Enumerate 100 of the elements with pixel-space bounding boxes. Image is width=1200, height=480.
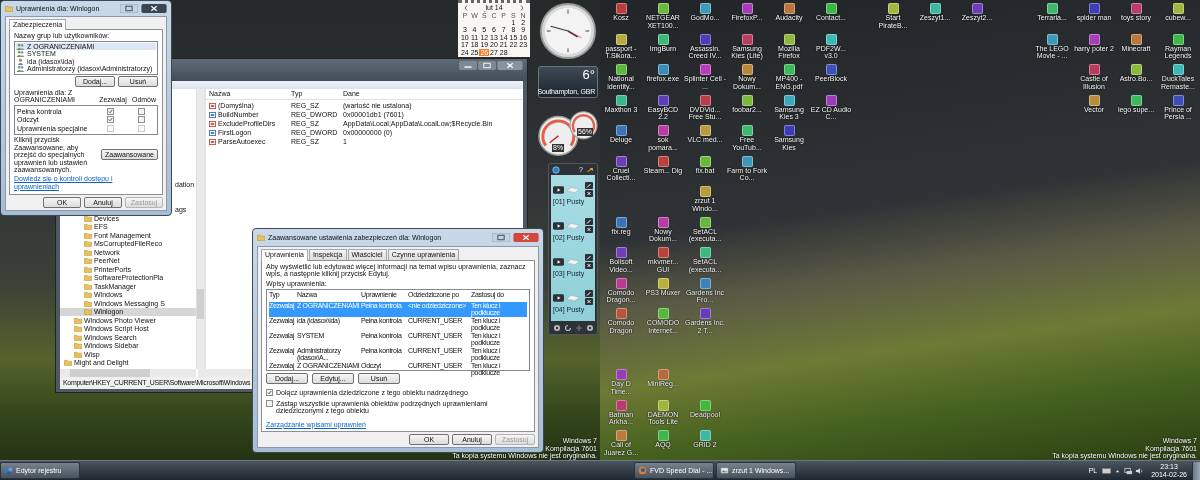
eraser-icon (566, 185, 580, 194)
app-icon (699, 399, 711, 411)
wrench-button[interactable] (585, 290, 593, 298)
app-icon (1088, 3, 1100, 14)
app-icon (615, 216, 627, 228)
app-icon (657, 247, 669, 258)
maximize-button[interactable] (478, 61, 496, 70)
chevron-left-icon[interactable] (464, 4, 468, 11)
collapse-icon[interactable] (586, 165, 594, 174)
checkbox[interactable] (266, 399, 273, 407)
chevron-right-icon[interactable] (520, 4, 524, 11)
play-button[interactable] (553, 221, 564, 230)
scrollbar[interactable] (60, 369, 196, 377)
app-icon (1172, 3, 1184, 14)
app-icon (783, 94, 795, 106)
app-icon (657, 277, 669, 289)
maximize-button[interactable] (492, 233, 510, 242)
registry-value-icon (209, 102, 216, 109)
app-icon (783, 3, 795, 14)
app-icon (615, 369, 627, 380)
eraser-icon (566, 221, 580, 230)
refresh-icon[interactable] (563, 323, 572, 332)
app-icon (657, 399, 669, 411)
app-icon (615, 64, 627, 75)
allow-checkbox[interactable] (106, 107, 114, 115)
app-icon (699, 430, 711, 441)
show-desktop-button[interactable] (1192, 461, 1200, 480)
app-icon (657, 3, 669, 14)
app-icon (699, 277, 711, 289)
app-icon (929, 3, 941, 14)
picture-icon (720, 466, 729, 475)
app-icon (1130, 3, 1142, 14)
app-icon (615, 155, 627, 167)
registry-value-icon (209, 138, 216, 145)
app-icon (615, 247, 627, 258)
scrollbar[interactable] (196, 89, 204, 369)
checkbox[interactable] (266, 389, 273, 396)
network-icon[interactable] (1124, 466, 1134, 475)
app-icon (1130, 64, 1142, 75)
app-icon (783, 33, 795, 45)
app-icon (741, 125, 753, 136)
app-icon (615, 94, 627, 106)
folder-icon (5, 5, 13, 12)
speaker-icon[interactable] (1135, 466, 1145, 475)
app-icon (1130, 33, 1142, 45)
app-icon (657, 125, 669, 136)
app-icon (741, 33, 753, 45)
close-button[interactable] (513, 233, 539, 242)
app-icon (615, 399, 627, 411)
gear-icon[interactable] (552, 323, 561, 332)
user-icon (16, 57, 25, 65)
app-icon (657, 33, 669, 45)
deny-checkbox[interactable] (137, 116, 145, 124)
delete-button[interactable] (585, 298, 593, 306)
app-icon (1172, 94, 1184, 106)
wrench-button[interactable] (585, 254, 593, 262)
wrench-button[interactable] (585, 218, 593, 226)
delete-button[interactable] (585, 190, 593, 198)
users-icon (16, 65, 25, 72)
allow-checkbox[interactable] (106, 116, 114, 124)
app-icon (615, 33, 627, 45)
registry-value-icon (209, 129, 216, 136)
app-icon (699, 94, 711, 106)
app-icon (1088, 64, 1100, 75)
keyboard-icon[interactable] (1102, 466, 1112, 475)
app-icon (825, 94, 837, 106)
deny-checkbox[interactable] (137, 107, 145, 115)
app-icon (657, 369, 669, 380)
app-icon (657, 308, 669, 319)
app-icon (1172, 33, 1184, 45)
app-icon (615, 308, 627, 319)
app-icon (1088, 33, 1100, 45)
app-icon (741, 64, 753, 75)
wrench-button[interactable] (585, 182, 593, 190)
app-icon (699, 216, 711, 228)
app-icon (1046, 3, 1058, 14)
clipboard-logo-icon (552, 165, 560, 174)
close-button[interactable] (497, 61, 523, 70)
play-button[interactable] (553, 185, 564, 194)
app-icon (741, 155, 753, 167)
minimize-button[interactable] (459, 61, 477, 70)
cubes-icon (4, 466, 13, 475)
gear-icon[interactable] (585, 323, 594, 332)
maximize-button[interactable] (120, 4, 138, 13)
delete-button[interactable] (585, 262, 593, 270)
app-icon (783, 64, 795, 75)
app-icon (657, 94, 669, 106)
app-icon (825, 3, 837, 14)
play-button[interactable] (553, 257, 564, 266)
registry-value-icon (209, 111, 216, 118)
app-icon (699, 186, 711, 197)
app-icon (825, 64, 837, 75)
app-icon (657, 64, 669, 75)
delete-button[interactable] (585, 226, 593, 234)
temperature-label: 6° (582, 68, 595, 82)
app-icon (741, 3, 753, 14)
app-icon (657, 430, 669, 441)
close-button[interactable] (141, 4, 167, 13)
app-icon (615, 277, 627, 289)
play-button[interactable] (553, 293, 564, 302)
